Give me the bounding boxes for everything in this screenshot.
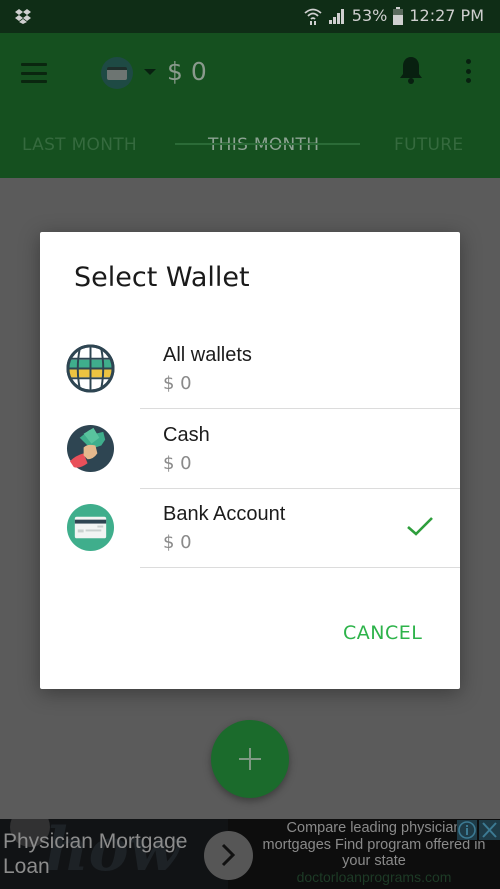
- wallet-name: Bank Account: [163, 503, 286, 525]
- wallet-item-all-wallets[interactable]: All wallets $ 0: [40, 330, 460, 409]
- battery-percent: 53%: [351, 6, 388, 25]
- active-tab-indicator: [175, 143, 360, 145]
- plus-icon: [239, 748, 261, 770]
- app-bar: $ 0 LAST MONTH THIS MONTH FUTURE: [0, 33, 500, 178]
- globe-icon: [66, 344, 115, 393]
- dialog-title: Select Wallet: [74, 262, 250, 293]
- ad-banner[interactable]: how Physician Mortgage Loan Compare lead…: [0, 819, 500, 889]
- wallet-name: All wallets: [163, 344, 252, 366]
- wallet-selector-avatar[interactable]: [101, 57, 133, 89]
- wallet-item-cash[interactable]: Cash $ 0: [40, 410, 460, 489]
- ad-title[interactable]: Physician Mortgage Loan: [3, 829, 213, 879]
- dropdown-caret-icon[interactable]: [144, 69, 156, 75]
- wallet-balance[interactable]: $ 0: [167, 57, 207, 86]
- info-icon[interactable]: [457, 820, 477, 840]
- wifi-icon: [304, 8, 322, 25]
- tab-this-month[interactable]: THIS MONTH: [208, 135, 319, 155]
- ad-open-button[interactable]: [204, 831, 253, 880]
- signal-icon: [328, 8, 344, 24]
- status-bar: 53% 12:27 PM: [0, 0, 500, 33]
- close-icon[interactable]: [479, 820, 500, 840]
- tab-last-month[interactable]: LAST MONTH: [22, 135, 137, 155]
- dropbox-icon: [15, 9, 31, 24]
- divider: [140, 408, 460, 409]
- chevron-right-icon: [221, 843, 236, 867]
- more-options-icon[interactable]: [464, 59, 472, 83]
- credit-card-icon: [66, 503, 115, 552]
- period-tabs: LAST MONTH THIS MONTH FUTURE: [0, 129, 500, 178]
- cancel-button[interactable]: CANCEL: [343, 622, 422, 644]
- wallet-item-bank-account[interactable]: Bank Account $ 0: [40, 489, 460, 568]
- divider: [140, 567, 460, 568]
- ad-url[interactable]: doctorloanprograms.com: [252, 869, 496, 885]
- menu-icon[interactable]: [21, 63, 47, 83]
- notification-bell-icon[interactable]: [398, 55, 424, 85]
- tab-future[interactable]: FUTURE: [394, 135, 463, 155]
- clock: 12:27 PM: [409, 6, 484, 25]
- wallet-amount: $ 0: [163, 453, 192, 474]
- wallet-amount: $ 0: [163, 373, 192, 394]
- cash-icon: [66, 424, 115, 473]
- add-transaction-button[interactable]: [211, 720, 289, 798]
- checkmark-icon: [407, 517, 433, 536]
- select-wallet-dialog: Select Wallet All wallets $ 0 Cash $ 0 B…: [40, 232, 460, 689]
- wallet-amount: $ 0: [163, 532, 192, 553]
- ad-image[interactable]: how Physician Mortgage Loan: [0, 819, 228, 889]
- wallet-name: Cash: [163, 424, 210, 446]
- credit-card-icon: [107, 67, 127, 80]
- battery-icon: [393, 6, 404, 25]
